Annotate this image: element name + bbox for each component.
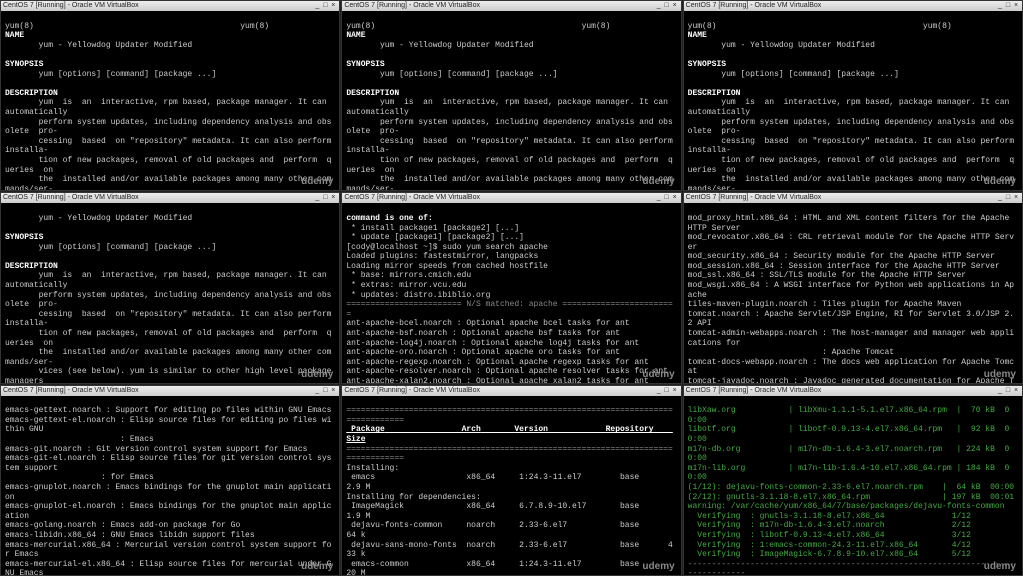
man-section-description: DESCRIPTION [5,89,58,98]
terminal-content[interactable]: mod_proxy_html.x86_64 : HTML and XML con… [684,203,1022,383]
table-row: emacs x86_64 1:24.3-11.el7 base 2.9 M [346,473,668,492]
watermark: udemy [301,176,333,188]
terminal-pane-8[interactable]: CentOS 7 [Running] - Oracle VM VirtualBo… [341,385,681,576]
man-section-synopsis: SYNOPSIS [5,60,43,69]
terminal-content[interactable]: yum(8) yum(8) NAME yum - Yellowdog Updat… [1,11,339,191]
table-row: dejavu-sans-mono-fonts noarch 2.33-6.el7… [346,541,672,560]
table-row: emacs-common x86_64 1:24.3-11.el7 base 2… [346,560,672,576]
terminal-pane-1[interactable]: CentOS 7 [Running] - Oracle VM VirtualBo… [0,0,340,191]
table-row: ImageMagick x86_64 6.7.8.9-10.el7 base 1… [346,502,668,521]
terminal-content[interactable]: emacs-gettext.noarch : Support for editi… [1,396,339,576]
terminal-pane-3[interactable]: CentOS 7 [Running] - Oracle VM VirtualBo… [683,0,1023,191]
table-header: Package Arch Version Repository Size [346,425,672,444]
terminal-content[interactable]: ========================================… [342,396,680,576]
terminal-content[interactable]: yum(8) yum(8) NAME yum - Yellowdog Updat… [684,11,1022,191]
table-row: dejavu-fonts-common noarch 2.33-6.el7 ba… [346,521,672,540]
terminal-pane-5[interactable]: CentOS 7 [Running] - Oracle VM VirtualBo… [341,192,681,383]
man-section-name: NAME [5,31,24,40]
terminal-pane-9[interactable]: CentOS 7 [Running] - Oracle VM VirtualBo… [683,385,1023,576]
terminal-pane-7[interactable]: CentOS 7 [Running] - Oracle VM VirtualBo… [0,385,340,576]
window-controls[interactable]: _□× [313,1,337,11]
terminal-content[interactable]: yum - Yellowdog Updater Modified SYNOPSI… [1,203,339,383]
window-title: CentOS 7 [Running] - Oracle VM VirtualBo… [3,1,139,11]
terminal-pane-4[interactable]: CentOS 7 [Running] - Oracle VM VirtualBo… [0,192,340,383]
window-titlebar: CentOS 7 [Running] - Oracle VM VirtualBo… [1,1,339,11]
terminal-pane-6[interactable]: CentOS 7 [Running] - Oracle VM VirtualBo… [683,192,1023,383]
terminal-content[interactable]: command is one of: * install package1 [p… [342,203,680,383]
window-titlebar: CentOS 7 [Running] - Oracle VM VirtualBo… [342,1,680,11]
terminal-pane-2[interactable]: CentOS 7 [Running] - Oracle VM VirtualBo… [341,0,681,191]
terminal-content[interactable]: yum(8) yum(8) NAME yum - Yellowdog Updat… [342,11,680,191]
terminal-content[interactable]: libXaw.org | libXmu-1.1.1-5.1.el7.x86_64… [684,396,1022,576]
